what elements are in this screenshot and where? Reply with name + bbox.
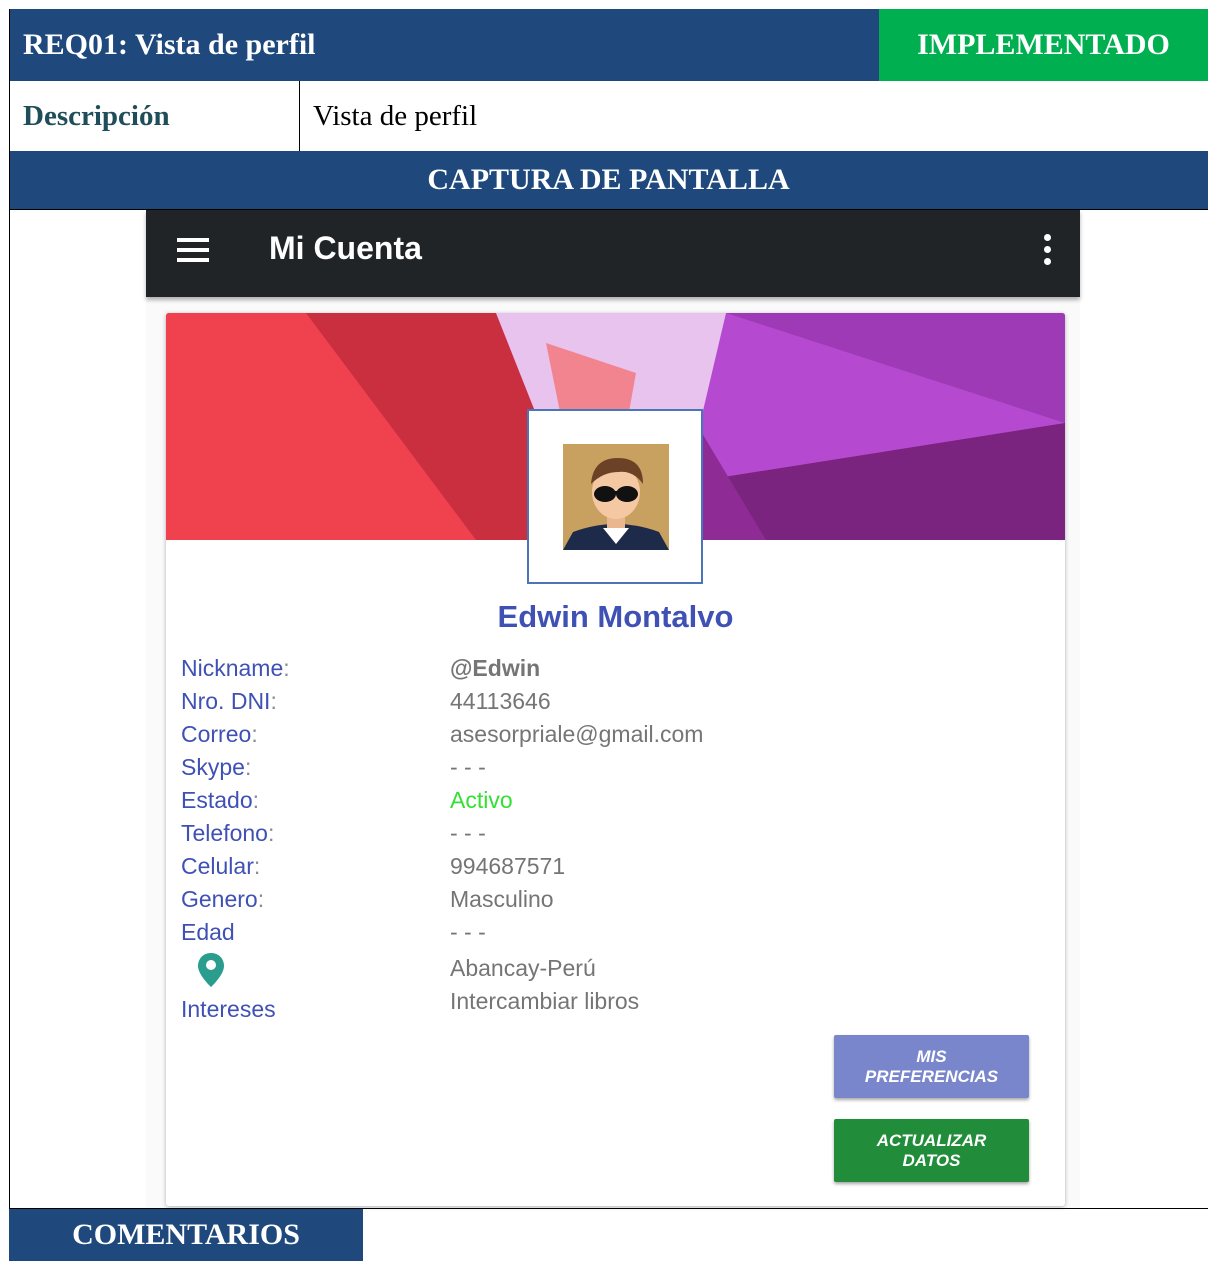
field-label-separator: : [252,787,259,813]
hamburger-menu-icon[interactable] [177,238,209,262]
field-value: Activo [450,787,513,813]
my-preferences-button[interactable]: MIS PREFERENCIAS [834,1035,1029,1098]
field-label-text: Genero [181,886,258,912]
field-label-separator: : [283,655,290,681]
profile-name: Edwin Montalvo [497,599,734,634]
field-label-separator: : [257,886,265,912]
field-label: Nro. DNI: [181,688,277,715]
intereses-value: Intercambiar libros [450,988,640,1014]
requirement-title-bar: REQ01: Vista de perfil [9,9,879,81]
field-label-separator: : [244,754,252,780]
field-label-text: Estado [181,787,253,813]
field-label: Celular: [181,853,260,880]
field-label-text: Skype [181,754,245,780]
field-value: - - - [450,754,486,780]
capture-header: CAPTURA DE PANTALLA [9,151,1208,209]
status-badge: IMPLEMENTADO [879,9,1208,81]
toolbar-title: Mi Cuenta [269,230,422,266]
field-label-text: Celular [181,853,254,879]
my-preferences-line1: MIS [916,1046,947,1066]
app-screenshot: Mi Cuenta Edwin Montalvo Abancay-Perú In… [146,210,1080,1208]
app-toolbar: Mi Cuenta [146,210,1080,297]
my-preferences-line2: PREFERENCIAS [864,1066,999,1086]
field-label: Edad [181,919,235,946]
field-value: - - - [450,919,486,945]
avatar-illustration-icon [563,444,669,550]
status-label: IMPLEMENTADO [917,28,1170,61]
field-label: Estado: [181,787,259,814]
field-value: 994687571 [450,853,566,879]
field-label-text: Nickname [181,655,284,681]
description-label-cell: Descripción [9,81,299,151]
update-data-button[interactable]: ACTUALIZAR DATOS [834,1119,1029,1182]
field-label-text: Edad [181,919,235,945]
more-vert-icon[interactable] [1044,234,1052,266]
field-value: 44113646 [450,688,551,714]
requirement-title: REQ01: Vista de perfil [23,28,316,61]
field-value: - - - [450,820,486,846]
field-value: Masculino [450,886,554,912]
capture-header-label: CAPTURA DE PANTALLA [427,163,790,196]
field-label-text: Correo [181,721,252,747]
update-data-line2: DATOS [902,1150,961,1170]
field-label-text: Nro. DNI [181,688,271,714]
field-label-separator: : [270,688,277,714]
avatar [527,409,703,584]
location-pin-icon [198,953,224,992]
field-value: @Edwin [450,655,541,681]
comments-header: COMENTARIOS [9,1209,363,1261]
field-label: Nickname: [181,655,290,682]
field-label: Skype: [181,754,251,781]
description-label: Descripción [23,99,170,132]
field-label-separator: : [267,820,275,846]
field-label-text: Telefono [181,820,268,846]
intereses-label: Intereses [181,996,276,1022]
field-label: Correo: [181,721,258,748]
description-value-cell: Vista de perfil [299,81,1208,151]
field-value: asesorpriale@gmail.com [450,721,704,747]
field-label: Telefono: [181,820,274,847]
update-data-line1: ACTUALIZAR [876,1130,987,1150]
location-value: Abancay-Perú [450,955,596,981]
description-value: Vista de perfil [313,99,478,132]
comments-header-label: COMENTARIOS [72,1218,300,1251]
field-label: Genero: [181,886,264,913]
field-label-separator: : [253,853,261,879]
field-label-separator: : [251,721,258,747]
